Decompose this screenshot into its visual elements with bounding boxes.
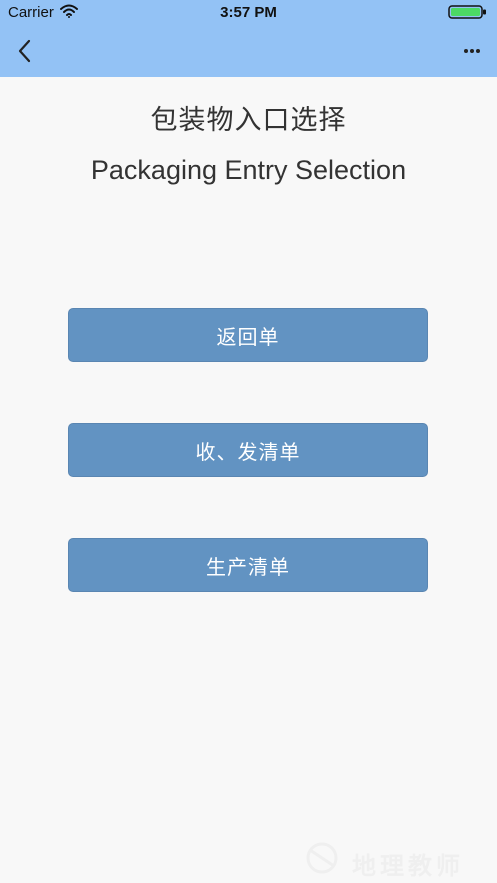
return-order-button[interactable]: 返回单	[68, 308, 428, 362]
page-title-chinese: 包装物入口选择	[150, 105, 347, 135]
chevron-left-icon	[18, 39, 31, 63]
battery-full-icon	[448, 5, 488, 19]
receive-send-list-button[interactable]: 收、发清单	[68, 423, 428, 477]
watermark-text: 地理教师	[352, 853, 464, 880]
status-time: 3:57 PM	[220, 4, 277, 21]
page-title-english: Packaging Entry Selection	[90, 155, 407, 185]
production-list-button[interactable]: 生产清单	[68, 538, 428, 592]
status-bar: Carrier 3:57 PM	[0, 0, 497, 26]
navigation-bar	[0, 26, 497, 77]
ellipsis-icon	[464, 49, 480, 53]
more-menu-button[interactable]	[456, 40, 488, 62]
back-button[interactable]	[12, 38, 38, 64]
watermark: 地理教师	[300, 838, 490, 880]
watermark-logo-icon	[306, 842, 338, 874]
